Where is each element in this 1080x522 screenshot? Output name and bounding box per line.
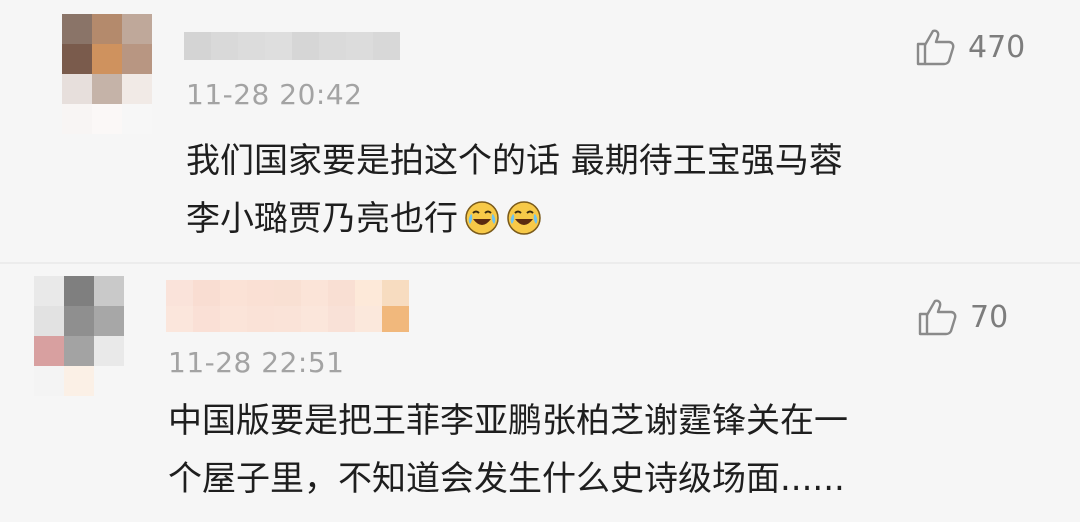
pixel-cell [193, 306, 220, 332]
pixel-cell [301, 280, 328, 306]
comment-text: 中国版要是把王菲李亚鹏张柏芝谢霆锋关在一 个屋子里，不知道会发生什么史诗级场面.… [168, 392, 1048, 508]
pixel-cell [94, 276, 124, 306]
username-pixel-row [166, 306, 409, 332]
thumbs-up-icon [916, 296, 958, 338]
pixel-cell [355, 280, 382, 306]
pixel-cell [92, 44, 122, 74]
pixel-cell [346, 32, 373, 60]
username-blurred[interactable] [184, 32, 400, 60]
like-count: 470 [968, 29, 1026, 65]
pixel-cell [220, 306, 247, 332]
pixel-cell [34, 306, 64, 336]
laugh-cry-emoji-icon [464, 196, 500, 235]
comment-item: 11-28 20:42 470 我们国家要是拍这个的话 最期待王宝强马蓉 李小璐… [0, 0, 1080, 262]
pixel-cell [247, 280, 274, 306]
pixel-cell [274, 306, 301, 332]
pixel-cell [34, 276, 64, 306]
pixel-cell [301, 306, 328, 332]
thumbs-up-icon [914, 26, 956, 68]
avatar[interactable] [62, 14, 152, 134]
pixel-cell [166, 280, 193, 306]
pixel-cell [94, 366, 124, 396]
pixel-cell [64, 276, 94, 306]
pixel-cell [382, 280, 409, 306]
pixel-cell [34, 336, 64, 366]
pixel-cell [382, 306, 409, 332]
pixel-cell [94, 306, 124, 336]
pixel-cell [274, 280, 301, 306]
comment-text-line: 李小璐贾乃亮也行 [186, 199, 458, 239]
comment-timestamp: 11-28 22:51 [168, 346, 345, 379]
username-blurred[interactable] [166, 280, 409, 332]
pixel-cell [166, 306, 193, 332]
pixel-cell [34, 366, 64, 396]
pixel-cell [122, 104, 152, 134]
laugh-cry-emoji-icon [506, 196, 542, 235]
comment-text-line: 中国版要是把王菲李亚鹏张柏芝谢霆锋关在一 [168, 401, 848, 441]
comment-item: 11-28 22:51 70 中国版要是把王菲李亚鹏张柏芝谢霆锋关在一 个屋子里… [0, 264, 1080, 522]
pixel-cell [122, 74, 152, 104]
pixel-cell [62, 44, 92, 74]
like-count: 70 [970, 299, 1009, 335]
comment-text: 我们国家要是拍这个的话 最期待王宝强马蓉 李小璐贾乃亮也行 [186, 132, 1046, 248]
like-button[interactable]: 70 [916, 296, 1008, 338]
pixel-cell [62, 74, 92, 104]
comment-text-line: 我们国家要是拍这个的话 最期待王宝强马蓉 [186, 141, 843, 181]
like-button[interactable]: 470 [914, 26, 1025, 68]
pixel-cell [122, 44, 152, 74]
pixel-cell [319, 32, 346, 60]
pixel-cell [64, 336, 94, 366]
pixel-cell [220, 280, 247, 306]
comment-timestamp: 11-28 20:42 [186, 78, 363, 111]
avatar[interactable] [34, 276, 124, 396]
pixel-cell [92, 14, 122, 44]
pixel-cell [328, 306, 355, 332]
pixel-cell [247, 306, 274, 332]
comment-text-line: 个屋子里，不知道会发生什么史诗级场面...... [168, 459, 845, 499]
pixel-cell [64, 306, 94, 336]
pixel-cell [122, 14, 152, 44]
pixel-cell [238, 32, 265, 60]
pixel-cell [328, 280, 355, 306]
pixel-cell [193, 280, 220, 306]
pixel-cell [92, 104, 122, 134]
pixel-cell [373, 32, 400, 60]
pixel-cell [94, 336, 124, 366]
pixel-cell [184, 32, 211, 60]
pixel-cell [64, 366, 94, 396]
username-pixel-row [166, 280, 409, 306]
pixel-cell [292, 32, 319, 60]
pixel-cell [265, 32, 292, 60]
pixel-cell [92, 74, 122, 104]
pixel-cell [355, 306, 382, 332]
pixel-cell [62, 104, 92, 134]
pixel-cell [62, 14, 92, 44]
pixel-cell [211, 32, 238, 60]
